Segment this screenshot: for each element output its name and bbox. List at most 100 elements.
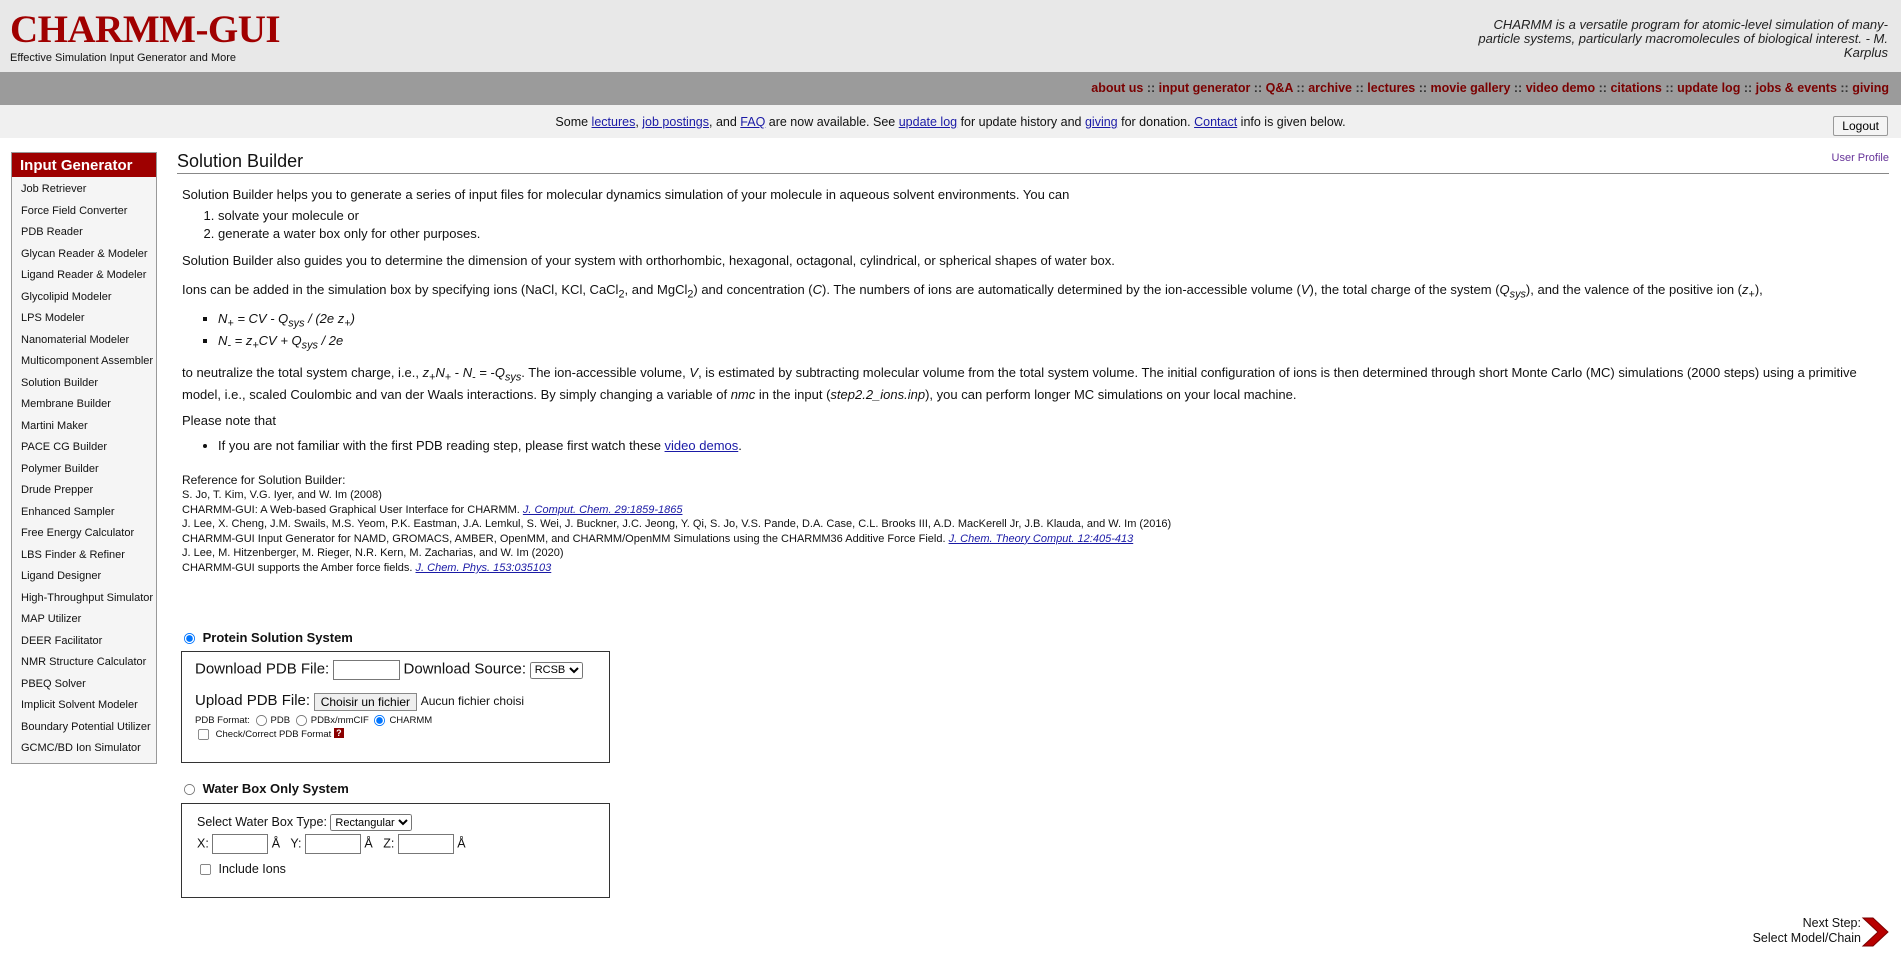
water-box-type-label: Select Water Box Type: bbox=[197, 814, 327, 829]
help-icon[interactable]: ? bbox=[333, 728, 344, 738]
nav-movie-gallery[interactable]: movie gallery bbox=[1431, 81, 1511, 95]
format-charmm-radio[interactable] bbox=[374, 714, 386, 727]
sidebar-item-boundary-potential-utilizer[interactable]: Boundary Potential Utilizer bbox=[12, 717, 156, 739]
logo-title[interactable]: CHARMM-GUI bbox=[10, 10, 281, 50]
z-dimension-input[interactable] bbox=[397, 834, 454, 854]
nav-jobs-events[interactable]: jobs & events bbox=[1756, 81, 1837, 95]
format-mmcif-label: PDBx/mmCIF bbox=[310, 715, 369, 727]
sidebar-item-map-utilizer[interactable]: MAP Utilizer bbox=[12, 609, 156, 631]
format-mmcif-radio[interactable] bbox=[295, 714, 307, 727]
user-profile-link[interactable]: User Profile bbox=[1832, 152, 1889, 164]
sidebar-item-pdb-reader[interactable]: PDB Reader bbox=[12, 222, 156, 244]
sidebar-item-lps-modeler[interactable]: LPS Modeler bbox=[12, 308, 156, 330]
x-unit: Å bbox=[271, 836, 281, 851]
protein-system-option[interactable]: Protein Solution System bbox=[181, 630, 353, 645]
ion-formulas: N+ = CV - Qsys / (2e z+) N- = z+CV + Qsy… bbox=[182, 310, 1884, 355]
sidebar-item-gcmc-bd-ion-simulator[interactable]: GCMC/BD Ion Simulator bbox=[12, 738, 156, 760]
choose-file-button[interactable]: Choisir un fichier bbox=[313, 692, 418, 711]
notice-job-postings-link[interactable]: job postings bbox=[642, 115, 709, 129]
water-system-panel: Select Water Box Type: Rectangular X: Å … bbox=[181, 803, 610, 898]
site-header: CHARMM-GUI Effective Simulation Input Ge… bbox=[0, 0, 1901, 72]
nav-qa[interactable]: Q&A bbox=[1266, 81, 1293, 95]
nav-archive[interactable]: archive bbox=[1308, 81, 1352, 95]
notice-text: for update history and bbox=[957, 115, 1085, 129]
water-system-radio[interactable] bbox=[183, 784, 196, 796]
notice-text: info is given below. bbox=[1237, 115, 1346, 129]
reference-link[interactable]: J. Chem. Theory Comput. 12:405-413 bbox=[949, 533, 1134, 545]
intro-text: Solution Builder helps you to generate a… bbox=[182, 187, 1070, 202]
formula-n-minus: N- = z+CV + Qsys / 2e bbox=[218, 332, 1884, 355]
download-source-select[interactable]: RCSB bbox=[529, 661, 583, 679]
next-step-text[interactable]: Next Step: Select Model/Chain bbox=[1753, 916, 1861, 946]
reference-link[interactable]: J. Chem. Phys. 153:035103 bbox=[416, 562, 552, 574]
logout-button[interactable]: Logout bbox=[1833, 116, 1888, 136]
description: Solution Builder helps you to generate a… bbox=[177, 174, 1889, 576]
sidebar-item-solution-builder[interactable]: Solution Builder bbox=[12, 373, 156, 395]
reference-entry: CHARMM-GUI Input Generator for NAMD, GRO… bbox=[182, 532, 1134, 545]
sidebar-item-high-throughput-simulator[interactable]: High-Throughput Simulator bbox=[12, 588, 156, 610]
pdb-id-input[interactable] bbox=[332, 660, 400, 680]
sidebar-item-drude-prepper[interactable]: Drude Prepper bbox=[12, 480, 156, 502]
sidebar-item-pace-cg-builder[interactable]: PACE CG Builder bbox=[12, 437, 156, 459]
x-dimension-input[interactable] bbox=[212, 834, 269, 854]
next-arrow-icon[interactable] bbox=[1860, 917, 1890, 947]
main-content: Solution Builder User Profile Solution B… bbox=[177, 148, 1889, 898]
sidebar-item-nanomaterial-modeler[interactable]: Nanomaterial Modeler bbox=[12, 330, 156, 352]
sidebar-item-job-retriever[interactable]: Job Retriever bbox=[12, 179, 156, 201]
ions-text: Ions can be added in the simulation box … bbox=[182, 282, 1763, 301]
notice-giving-link[interactable]: giving bbox=[1085, 115, 1118, 129]
nav-about-us[interactable]: about us bbox=[1091, 81, 1143, 95]
nav-update-log[interactable]: update log bbox=[1677, 81, 1740, 95]
sidebar-item-pbeq-solver[interactable]: PBEQ Solver bbox=[12, 674, 156, 696]
format-pdb-label: PDB bbox=[270, 715, 291, 727]
reference-entry: CHARMM-GUI: A Web-based Graphical User I… bbox=[182, 503, 683, 516]
nav-input-generator[interactable]: input generator bbox=[1159, 81, 1251, 95]
y-label: Y: bbox=[290, 836, 302, 851]
sidebar-item-deer-facilitator[interactable]: DEER Facilitator bbox=[12, 631, 156, 653]
sidebar-item-glycolipid-modeler[interactable]: Glycolipid Modeler bbox=[12, 287, 156, 309]
nav-citations[interactable]: citations bbox=[1610, 81, 1661, 95]
y-dimension-input[interactable] bbox=[304, 834, 361, 854]
sidebar-item-force-field-converter[interactable]: Force Field Converter bbox=[12, 201, 156, 223]
protein-system-radio[interactable] bbox=[183, 633, 196, 645]
logo[interactable]: CHARMM-GUI Effective Simulation Input Ge… bbox=[10, 10, 281, 65]
reference-link[interactable]: J. Comput. Chem. 29:1859-1865 bbox=[523, 504, 683, 516]
nav-giving[interactable]: giving bbox=[1852, 81, 1889, 95]
notice-text: for donation. bbox=[1117, 115, 1195, 129]
notice-text: are now available. See bbox=[765, 115, 899, 129]
sidebar-list: Job Retriever Force Field Converter PDB … bbox=[12, 177, 156, 763]
video-demos-link[interactable]: video demos bbox=[665, 438, 739, 453]
format-charmm-label: CHARMM bbox=[389, 715, 433, 727]
nav-lectures[interactable]: lectures bbox=[1367, 81, 1415, 95]
sidebar-item-ligand-reader[interactable]: Ligand Reader & Modeler bbox=[12, 265, 156, 287]
sidebar-item-membrane-builder[interactable]: Membrane Builder bbox=[12, 394, 156, 416]
z-label: Z: bbox=[383, 836, 395, 851]
sidebar-item-nmr-structure-calculator[interactable]: NMR Structure Calculator bbox=[12, 652, 156, 674]
page-title: Solution Builder bbox=[177, 148, 1889, 174]
nav-video-demo[interactable]: video demo bbox=[1526, 81, 1595, 95]
sidebar-item-polymer-builder[interactable]: Polymer Builder bbox=[12, 459, 156, 481]
list-item: generate a water box only for other purp… bbox=[218, 225, 1884, 243]
sidebar-item-glycan-reader[interactable]: Glycan Reader & Modeler bbox=[12, 244, 156, 266]
sidebar-item-martini-maker[interactable]: Martini Maker bbox=[12, 416, 156, 438]
sidebar-item-enhanced-sampler[interactable]: Enhanced Sampler bbox=[12, 502, 156, 524]
notice-text: , and bbox=[709, 115, 741, 129]
z-unit: Å bbox=[457, 836, 466, 851]
sidebar-item-multicomponent-assembler[interactable]: Multicomponent Assembler bbox=[12, 351, 156, 373]
notice-lectures-link[interactable]: lectures bbox=[592, 115, 636, 129]
check-correct-pdb-label: Check/Correct PDB Format bbox=[215, 729, 332, 741]
sidebar-item-implicit-solvent-modeler[interactable]: Implicit Solvent Modeler bbox=[12, 695, 156, 717]
notice-faq-link[interactable]: FAQ bbox=[740, 115, 765, 129]
list-item: If you are not familiar with the first P… bbox=[218, 437, 1884, 455]
check-correct-pdb-checkbox[interactable] bbox=[197, 728, 210, 741]
water-box-type-select[interactable]: Rectangular bbox=[330, 814, 413, 831]
notice-update-log-link[interactable]: update log bbox=[899, 115, 957, 129]
notice-contact-link[interactable]: Contact bbox=[1194, 115, 1237, 129]
water-system-option[interactable]: Water Box Only System bbox=[181, 781, 349, 796]
format-pdb-radio[interactable] bbox=[255, 714, 267, 727]
sidebar-item-free-energy-calculator[interactable]: Free Energy Calculator bbox=[12, 523, 156, 545]
sidebar-item-lbs-finder[interactable]: LBS Finder & Refiner bbox=[12, 545, 156, 567]
include-ions-checkbox[interactable] bbox=[199, 864, 212, 876]
sidebar-item-ligand-designer[interactable]: Ligand Designer bbox=[12, 566, 156, 588]
neutralize-text: to neutralize the total system charge, i… bbox=[182, 364, 1857, 403]
